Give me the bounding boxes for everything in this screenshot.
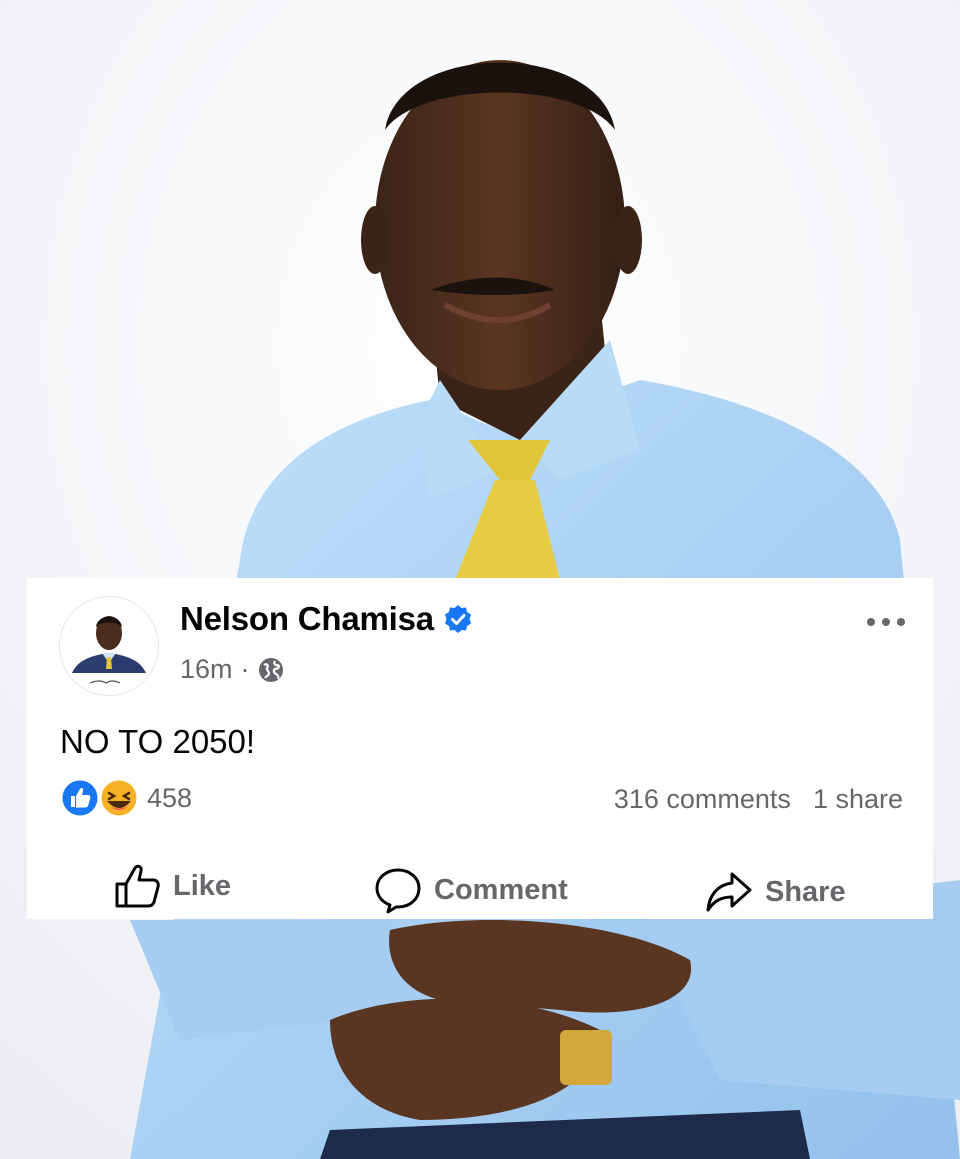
engagement-stats: 316 comments 1 share — [614, 784, 903, 815]
share-icon — [705, 868, 753, 916]
globe-icon[interactable] — [258, 657, 284, 683]
action-bar: Like Comment Share — [27, 862, 933, 914]
shares-count[interactable]: 1 share — [813, 784, 903, 815]
haha-reaction-icon — [98, 777, 140, 819]
like-label: Like — [173, 869, 232, 902]
reaction-summary[interactable]: 458 — [59, 777, 192, 819]
comments-count[interactable]: 316 comments — [614, 784, 791, 815]
author-line: Nelson Chamisa — [180, 600, 473, 638]
like-button[interactable]: Like — [113, 862, 231, 910]
share-button[interactable]: Share — [705, 868, 846, 916]
like-icon — [113, 862, 161, 910]
share-label: Share — [765, 875, 846, 908]
reaction-icons — [59, 777, 140, 819]
author-name[interactable]: Nelson Chamisa — [180, 600, 434, 638]
comment-button[interactable]: Comment — [374, 866, 568, 914]
post-timestamp[interactable]: 16m — [180, 654, 233, 685]
avatar-image — [60, 597, 158, 695]
post-meta: 16m · — [180, 654, 284, 685]
post-text: NO TO 2050! — [60, 723, 256, 760]
facebook-post-card: Nelson Chamisa 16m · NO TO 2050! 458 316… — [27, 578, 933, 919]
more-options-icon[interactable] — [865, 614, 907, 630]
reaction-count: 458 — [147, 782, 193, 813]
author-avatar[interactable] — [59, 596, 159, 696]
meta-separator: · — [240, 654, 250, 684]
comment-label: Comment — [434, 873, 568, 906]
comment-icon — [374, 866, 422, 914]
verified-badge-icon — [443, 604, 473, 634]
like-reaction-icon — [59, 777, 101, 819]
